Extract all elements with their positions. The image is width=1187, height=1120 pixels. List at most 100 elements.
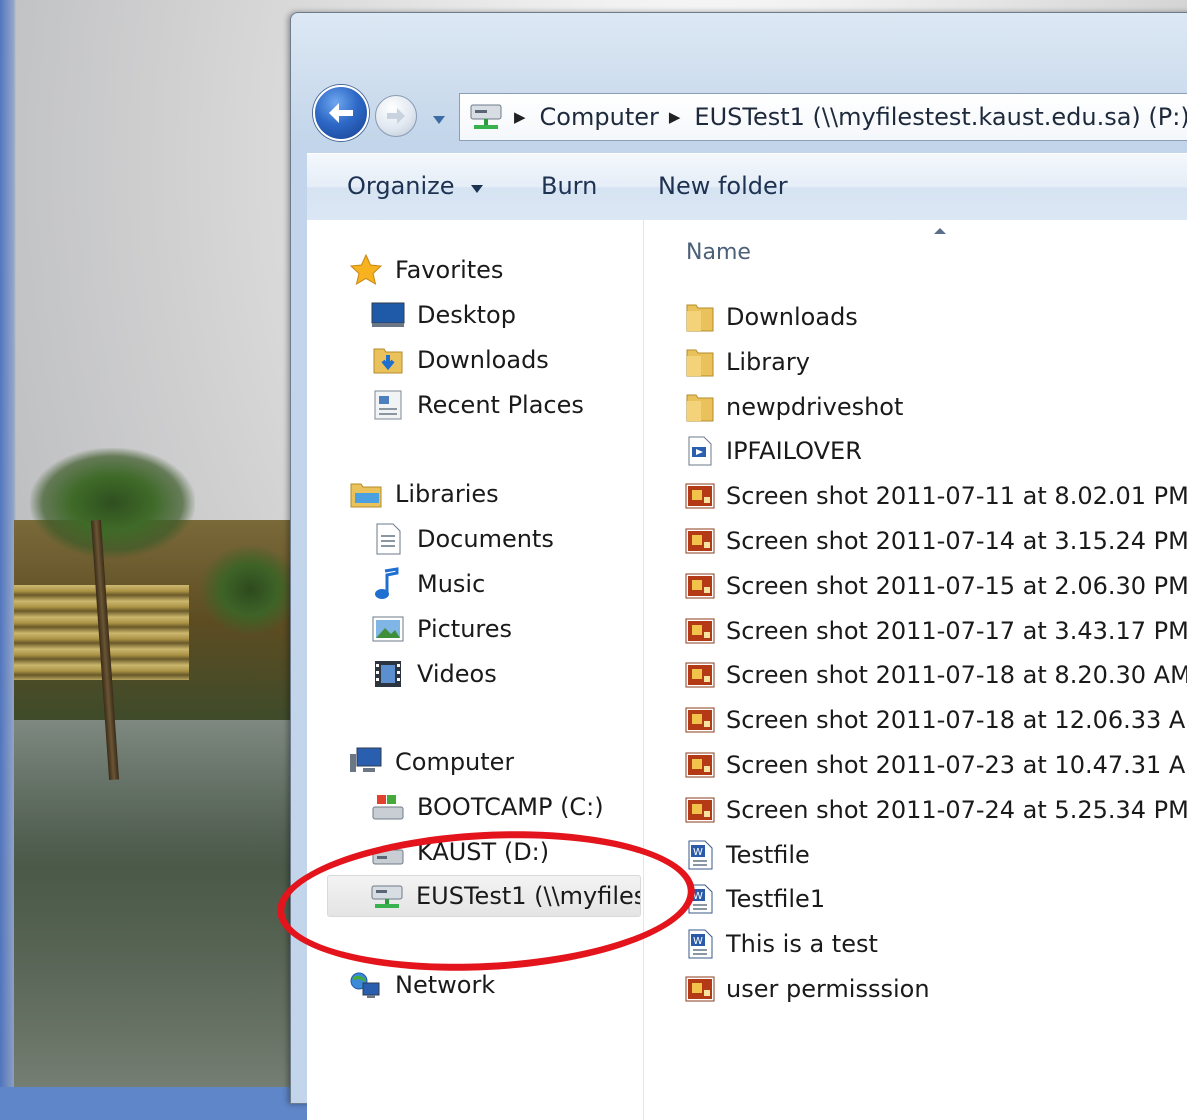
content-area: Favorites Desktop Downloads Recent Place… <box>307 220 1187 1120</box>
forward-button[interactable] <box>375 95 417 137</box>
image-file-icon <box>684 749 716 781</box>
nav-label: Videos <box>417 660 497 688</box>
back-arrow-icon <box>329 103 353 123</box>
nav-item-documents[interactable]: Documents <box>371 519 554 559</box>
forward-arrow-icon <box>387 108 405 124</box>
file-list-item[interactable]: Library <box>684 342 810 382</box>
file-list-item[interactable]: Screen shot 2011-07-15 at 2.06.30 PM <box>684 566 1187 606</box>
burn-button[interactable]: Burn <box>541 168 597 204</box>
nav-item-desktop[interactable]: Desktop <box>371 295 516 335</box>
file-list-item[interactable]: Downloads <box>684 297 858 337</box>
wallpaper-palm-tree-2 <box>200 545 300 635</box>
nav-label: Music <box>417 570 486 598</box>
file-name-label: This is a test <box>726 930 878 959</box>
documents-icon <box>371 522 405 556</box>
recent-places-icon <box>371 388 405 422</box>
nav-item-bootcamp-drive[interactable]: BOOTCAMP (C:) <box>371 787 604 827</box>
nav-item-downloads[interactable]: Downloads <box>371 340 549 380</box>
file-name-label: Screen shot 2011-07-11 at 8.02.01 PM <box>726 482 1187 511</box>
file-name-label: Testfile1 <box>726 885 826 914</box>
nav-label: Desktop <box>417 301 516 329</box>
wallpaper-water-reflection <box>14 720 304 1087</box>
svg-text:W: W <box>693 891 703 902</box>
nav-item-kaust-drive[interactable]: KAUST (D:) <box>371 832 549 872</box>
nav-label: Documents <box>417 525 554 553</box>
file-name-label: Downloads <box>726 303 858 331</box>
file-list-item[interactable]: Screen shot 2011-07-14 at 3.15.24 PM <box>684 521 1187 561</box>
chevron-down-icon <box>433 116 445 124</box>
new-folder-button[interactable]: New folder <box>658 168 788 204</box>
file-list-item[interactable]: W Testfile1 <box>684 879 825 919</box>
file-list-item[interactable]: Screen shot 2011-07-24 at 5.25.34 PM <box>684 790 1187 830</box>
word-document-icon: W <box>684 839 716 871</box>
file-name-label: IPFAILOVER <box>726 437 862 466</box>
command-bar: Organize Burn New folder <box>307 153 1187 221</box>
nav-item-pictures[interactable]: Pictures <box>371 609 512 649</box>
network-drive-icon <box>468 101 504 133</box>
nav-label: EUSTest1 (\\myfilestest.kaust.edu.sa) (P… <box>416 882 640 910</box>
file-name-label: Library <box>726 347 810 376</box>
file-list-item[interactable]: Screen shot 2011-07-18 at 12.06.33 AM <box>684 700 1187 740</box>
file-list-item[interactable]: Screen shot 2011-07-23 at 10.47.31 AM <box>684 745 1187 785</box>
nav-item-eustest1-drive[interactable]: EUSTest1 (\\myfilestest.kaust.edu.sa) (P… <box>327 875 641 917</box>
file-list-item[interactable]: W Testfile <box>684 835 810 875</box>
chevron-down-icon <box>471 185 484 193</box>
navigation-pane[interactable]: Favorites Desktop Downloads Recent Place… <box>307 220 644 1120</box>
pictures-icon <box>371 612 405 646</box>
organize-button[interactable]: Organize <box>347 168 484 204</box>
file-list-item[interactable]: W This is a test <box>684 924 878 964</box>
nav-label: Favorites <box>395 256 504 284</box>
explorer-window: ▶ Computer ▶ EUSTest1 (\\myfilestest.kau… <box>290 12 1187 1120</box>
image-file-icon <box>684 704 716 736</box>
desktop-icon <box>371 298 405 332</box>
file-name-label: Testfile <box>726 840 810 869</box>
file-list-item[interactable]: user permisssion <box>684 969 930 1009</box>
svg-text:W: W <box>693 847 703 858</box>
file-name-label: Screen shot 2011-07-15 at 2.06.30 PM <box>726 571 1187 600</box>
computer-icon <box>349 745 383 779</box>
downloads-folder-icon <box>371 343 405 377</box>
breadcrumb-separator-icon[interactable]: ▶ <box>669 108 681 126</box>
nav-computer[interactable]: Computer <box>349 742 514 782</box>
image-file-icon <box>684 525 716 557</box>
image-file-icon <box>684 794 716 826</box>
recent-pages-dropdown[interactable] <box>431 111 447 124</box>
file-name-label: Screen shot 2011-07-14 at 3.15.24 PM <box>726 527 1187 555</box>
nav-item-videos[interactable]: Videos <box>371 654 497 694</box>
file-list-item[interactable]: IPFAILOVER <box>684 431 862 471</box>
file-list-item[interactable]: Screen shot 2011-07-11 at 8.02.01 PM <box>684 476 1187 516</box>
network-icon <box>349 968 383 1002</box>
file-list-item[interactable]: newpdriveshot <box>684 387 903 427</box>
sort-ascending-icon <box>934 228 946 234</box>
windows-drive-icon <box>371 790 405 824</box>
breadcrumb-computer[interactable]: Computer <box>540 103 659 131</box>
column-header-name[interactable]: Name <box>686 240 751 265</box>
file-list-pane[interactable]: Name Downloads Library newpdriveshot IPFAIL… <box>644 220 1187 1120</box>
music-icon <box>371 567 405 601</box>
word-document-icon: W <box>684 928 716 960</box>
nav-label: Computer <box>395 748 515 776</box>
breadcrumb-separator-icon[interactable]: ▶ <box>514 108 526 126</box>
organize-label: Organize <box>347 172 455 200</box>
folder-icon <box>684 301 716 333</box>
nav-label: Libraries <box>395 480 499 508</box>
breadcrumb-drive[interactable]: EUSTest1 (\\myfilestest.kaust.edu.sa) (P… <box>694 103 1187 131</box>
back-button[interactable] <box>313 85 369 141</box>
address-bar[interactable]: ▶ Computer ▶ EUSTest1 (\\myfilestest.kau… <box>459 93 1187 141</box>
image-file-icon <box>684 615 716 647</box>
file-list-item[interactable]: Screen shot 2011-07-17 at 3.43.17 PM <box>684 611 1187 651</box>
title-bar[interactable] <box>291 13 1187 83</box>
nav-label: Network <box>395 971 496 999</box>
nav-item-music[interactable]: Music <box>371 564 485 604</box>
folder-icon <box>684 391 716 423</box>
nav-favorites[interactable]: Favorites <box>349 250 503 290</box>
nav-item-recent-places[interactable]: Recent Places <box>371 385 584 425</box>
nav-libraries[interactable]: Libraries <box>349 474 499 514</box>
network-drive-icon <box>370 879 404 913</box>
word-document-icon: W <box>684 883 716 915</box>
nav-network[interactable]: Network <box>349 965 495 1005</box>
image-file-icon <box>684 480 716 512</box>
nav-label: BOOTCAMP (C:) <box>417 793 604 821</box>
file-list-item[interactable]: Screen shot 2011-07-18 at 8.20.30 AM <box>684 655 1187 695</box>
svg-text:W: W <box>693 936 703 947</box>
